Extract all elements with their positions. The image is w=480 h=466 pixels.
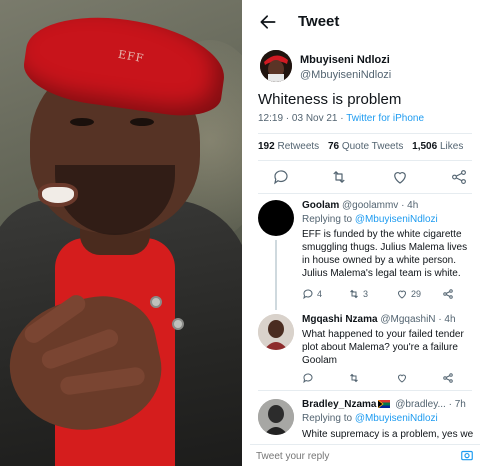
reply-text: White supremacy is a problem, yes we	[302, 429, 474, 440]
reply-like-count[interactable]: 29	[396, 288, 421, 302]
page-title: Tweet	[298, 13, 340, 30]
divider	[258, 390, 472, 391]
tweet-stats: 192 Retweets 76 Quote Tweets 1,506 Likes	[258, 141, 469, 152]
retweet-icon[interactable]	[330, 168, 348, 186]
tweet-source-link[interactable]: Twitter for iPhone	[346, 113, 424, 124]
reply-avatar[interactable]	[258, 399, 294, 435]
replying-to: Replying to @MbuyiseniNdlozi	[302, 413, 438, 424]
replying-to-link[interactable]: @MbuyiseniNdlozi	[355, 413, 438, 424]
reply-retweet-count[interactable]: 3	[348, 288, 368, 302]
tweet-text: Whiteness is problem	[258, 91, 402, 108]
reply-retweet-button[interactable]	[348, 372, 360, 386]
reply-composer	[250, 444, 480, 466]
open-mouth	[38, 183, 78, 207]
jacket-stud	[150, 296, 162, 308]
quote-tweets-stat[interactable]: 76 Quote Tweets	[328, 141, 403, 152]
reply-header: Goolam @goolammv · 4h	[302, 200, 419, 211]
camera-icon[interactable]	[460, 448, 474, 462]
tweet-panel: Tweet Mbuyiseni Ndlozi @MbuyiseniNdlozi …	[250, 0, 480, 466]
south-africa-flag-icon	[378, 400, 391, 409]
top-bar: Tweet	[250, 0, 480, 44]
divider	[258, 160, 472, 161]
photo-panel: EFF	[0, 0, 242, 466]
jacket-stud	[172, 318, 184, 330]
reply-share[interactable]	[442, 288, 454, 302]
reply-reply-count[interactable]: 4	[302, 288, 322, 302]
tweet-time: 12:19 · 03 Nov 21 ·	[258, 113, 347, 124]
reply-icon[interactable]	[272, 168, 290, 186]
reply-text: EFF is funded by the white cigarette smu…	[302, 229, 468, 279]
divider	[258, 193, 472, 194]
reply-like-button[interactable]	[396, 372, 408, 386]
share-icon[interactable]	[450, 168, 468, 186]
replying-to: Replying to @MbuyiseniNdlozi	[302, 214, 438, 225]
thread-line	[275, 240, 277, 310]
reply-input[interactable]	[256, 448, 446, 464]
tweet-author[interactable]: Mbuyiseni Ndlozi @MbuyiseniNdlozi	[260, 50, 475, 90]
divider	[258, 133, 472, 134]
share-icon	[443, 289, 453, 299]
author-name: Mbuyiseni Ndlozi	[300, 54, 390, 66]
retweets-stat[interactable]: 192 Retweets	[258, 141, 319, 152]
reply-avatar[interactable]	[258, 314, 294, 350]
reply-avatar[interactable]	[258, 200, 294, 236]
left-eye	[70, 118, 94, 126]
reply-reply-button[interactable]	[302, 372, 314, 386]
right-eye	[130, 118, 154, 126]
reply-item[interactable]: Mgqashi Nzama @MgqashiN · 4h What happen…	[250, 314, 480, 394]
tweet-meta: 12:19 · 03 Nov 21 · Twitter for iPhone	[258, 113, 424, 124]
author-avatar[interactable]	[260, 50, 292, 82]
reply-header: Mgqashi Nzama @MgqashiN · 4h	[302, 314, 456, 325]
like-icon[interactable]	[391, 168, 409, 186]
back-arrow-icon[interactable]	[258, 12, 278, 32]
reply-share[interactable]	[442, 372, 454, 386]
likes-stat[interactable]: 1,506 Likes	[412, 141, 463, 152]
reply-item[interactable]: Bradley_Nzama @bradley... · 7h Replying …	[250, 399, 480, 444]
reply-header: Bradley_Nzama @bradley... · 7h	[302, 399, 466, 410]
author-handle: @MbuyiseniNdlozi	[300, 69, 392, 81]
reply-text: What happened to your failed tender plot…	[302, 329, 464, 366]
replying-to-link[interactable]: @MbuyiseniNdlozi	[355, 214, 438, 225]
reply-item[interactable]: Goolam @goolammv · 4h Replying to @Mbuyi…	[250, 200, 480, 310]
tweet-action-bar	[250, 168, 480, 190]
